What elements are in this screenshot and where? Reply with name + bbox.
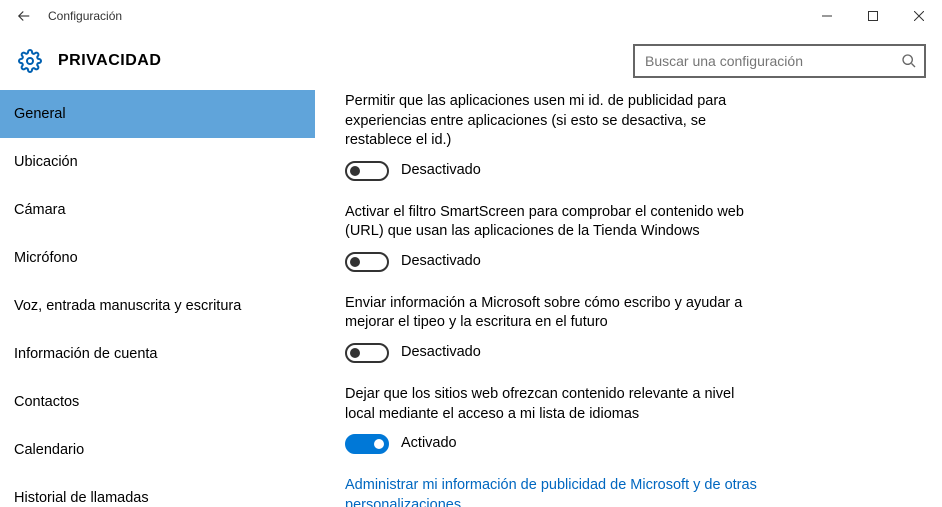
toggle-state-label: Desactivado	[401, 161, 481, 181]
manage-ad-info-link[interactable]: Administrar mi información de publicidad…	[345, 476, 785, 507]
minimize-icon	[822, 11, 832, 21]
sidebar-item-calendario[interactable]: Calendario	[0, 426, 315, 474]
toggle-row: Activado	[345, 434, 912, 454]
sidebar-item-c-mara[interactable]: Cámara	[0, 186, 315, 234]
sidebar-item-ubicaci-n[interactable]: Ubicación	[0, 138, 315, 186]
toggle-state-label: Desactivado	[401, 343, 481, 363]
back-button[interactable]	[8, 0, 40, 32]
sidebar-item-general[interactable]: General	[0, 90, 315, 138]
toggle-switch[interactable]	[345, 343, 389, 363]
maximize-button[interactable]	[850, 0, 896, 32]
sidebar-item-label: General	[14, 106, 66, 122]
setting-description: Permitir que las aplicaciones usen mi id…	[345, 92, 765, 151]
page-header: PRIVACIDAD	[0, 32, 942, 90]
toggle-switch[interactable]	[345, 161, 389, 181]
sidebar-item-label: Voz, entrada manuscrita y escritura	[14, 298, 241, 314]
toggle-knob	[350, 166, 360, 176]
setting-item: Activar el filtro SmartScreen para compr…	[345, 203, 912, 272]
sidebar: General Ubicación Cámara Micrófono Voz, entr…	[0, 90, 315, 507]
titlebar: Configuración	[0, 0, 942, 32]
sidebar-item-label: Micrófono	[14, 250, 78, 266]
toggle-switch[interactable]	[345, 434, 389, 454]
sidebar-item-label: Cámara	[14, 202, 66, 218]
toggle-row: Desactivado	[345, 161, 912, 181]
sidebar-item-label: Historial de llamadas	[14, 490, 149, 506]
close-icon	[914, 11, 924, 21]
sidebar-item-micr-fono[interactable]: Micrófono	[0, 234, 315, 282]
toggle-knob	[374, 439, 384, 449]
sidebar-item-label: Información de cuenta	[14, 346, 157, 362]
toggle-row: Desactivado	[345, 252, 912, 272]
toggle-state-label: Activado	[401, 434, 457, 454]
window-title: Configuración	[40, 9, 122, 23]
setting-item: Permitir que las aplicaciones usen mi id…	[345, 92, 912, 181]
sidebar-item-historial-de-llamadas[interactable]: Historial de llamadas	[0, 474, 315, 507]
toggle-knob	[350, 348, 360, 358]
search-input[interactable]	[635, 53, 894, 69]
maximize-icon	[868, 11, 878, 21]
setting-description: Dejar que los sitios web ofrezcan conten…	[345, 385, 765, 424]
toggle-knob	[350, 257, 360, 267]
arrow-left-icon	[15, 7, 33, 25]
sidebar-item-informaci-n-de-cuenta[interactable]: Información de cuenta	[0, 330, 315, 378]
search-icon	[894, 53, 924, 69]
sidebar-item-contactos[interactable]: Contactos	[0, 378, 315, 426]
setting-description: Activar el filtro SmartScreen para compr…	[345, 203, 765, 242]
close-button[interactable]	[896, 0, 942, 32]
toggle-row: Desactivado	[345, 343, 912, 363]
sidebar-item-label: Calendario	[14, 442, 84, 458]
content-panel: Permitir que las aplicaciones usen mi id…	[315, 90, 942, 507]
setting-item: Dejar que los sitios web ofrezcan conten…	[345, 385, 912, 454]
sidebar-item-label: Ubicación	[14, 154, 78, 170]
page-title: PRIVACIDAD	[58, 52, 161, 70]
setting-item: Enviar información a Microsoft sobre cóm…	[345, 294, 912, 363]
search-box[interactable]	[633, 44, 926, 78]
sidebar-item-label: Contactos	[14, 394, 79, 410]
setting-description: Enviar información a Microsoft sobre cóm…	[345, 294, 765, 333]
minimize-button[interactable]	[804, 0, 850, 32]
toggle-switch[interactable]	[345, 252, 389, 272]
toggle-state-label: Desactivado	[401, 252, 481, 272]
gear-icon	[18, 49, 42, 73]
sidebar-item-voz-entrada-manuscrita-y-escritura[interactable]: Voz, entrada manuscrita y escritura	[0, 282, 315, 330]
